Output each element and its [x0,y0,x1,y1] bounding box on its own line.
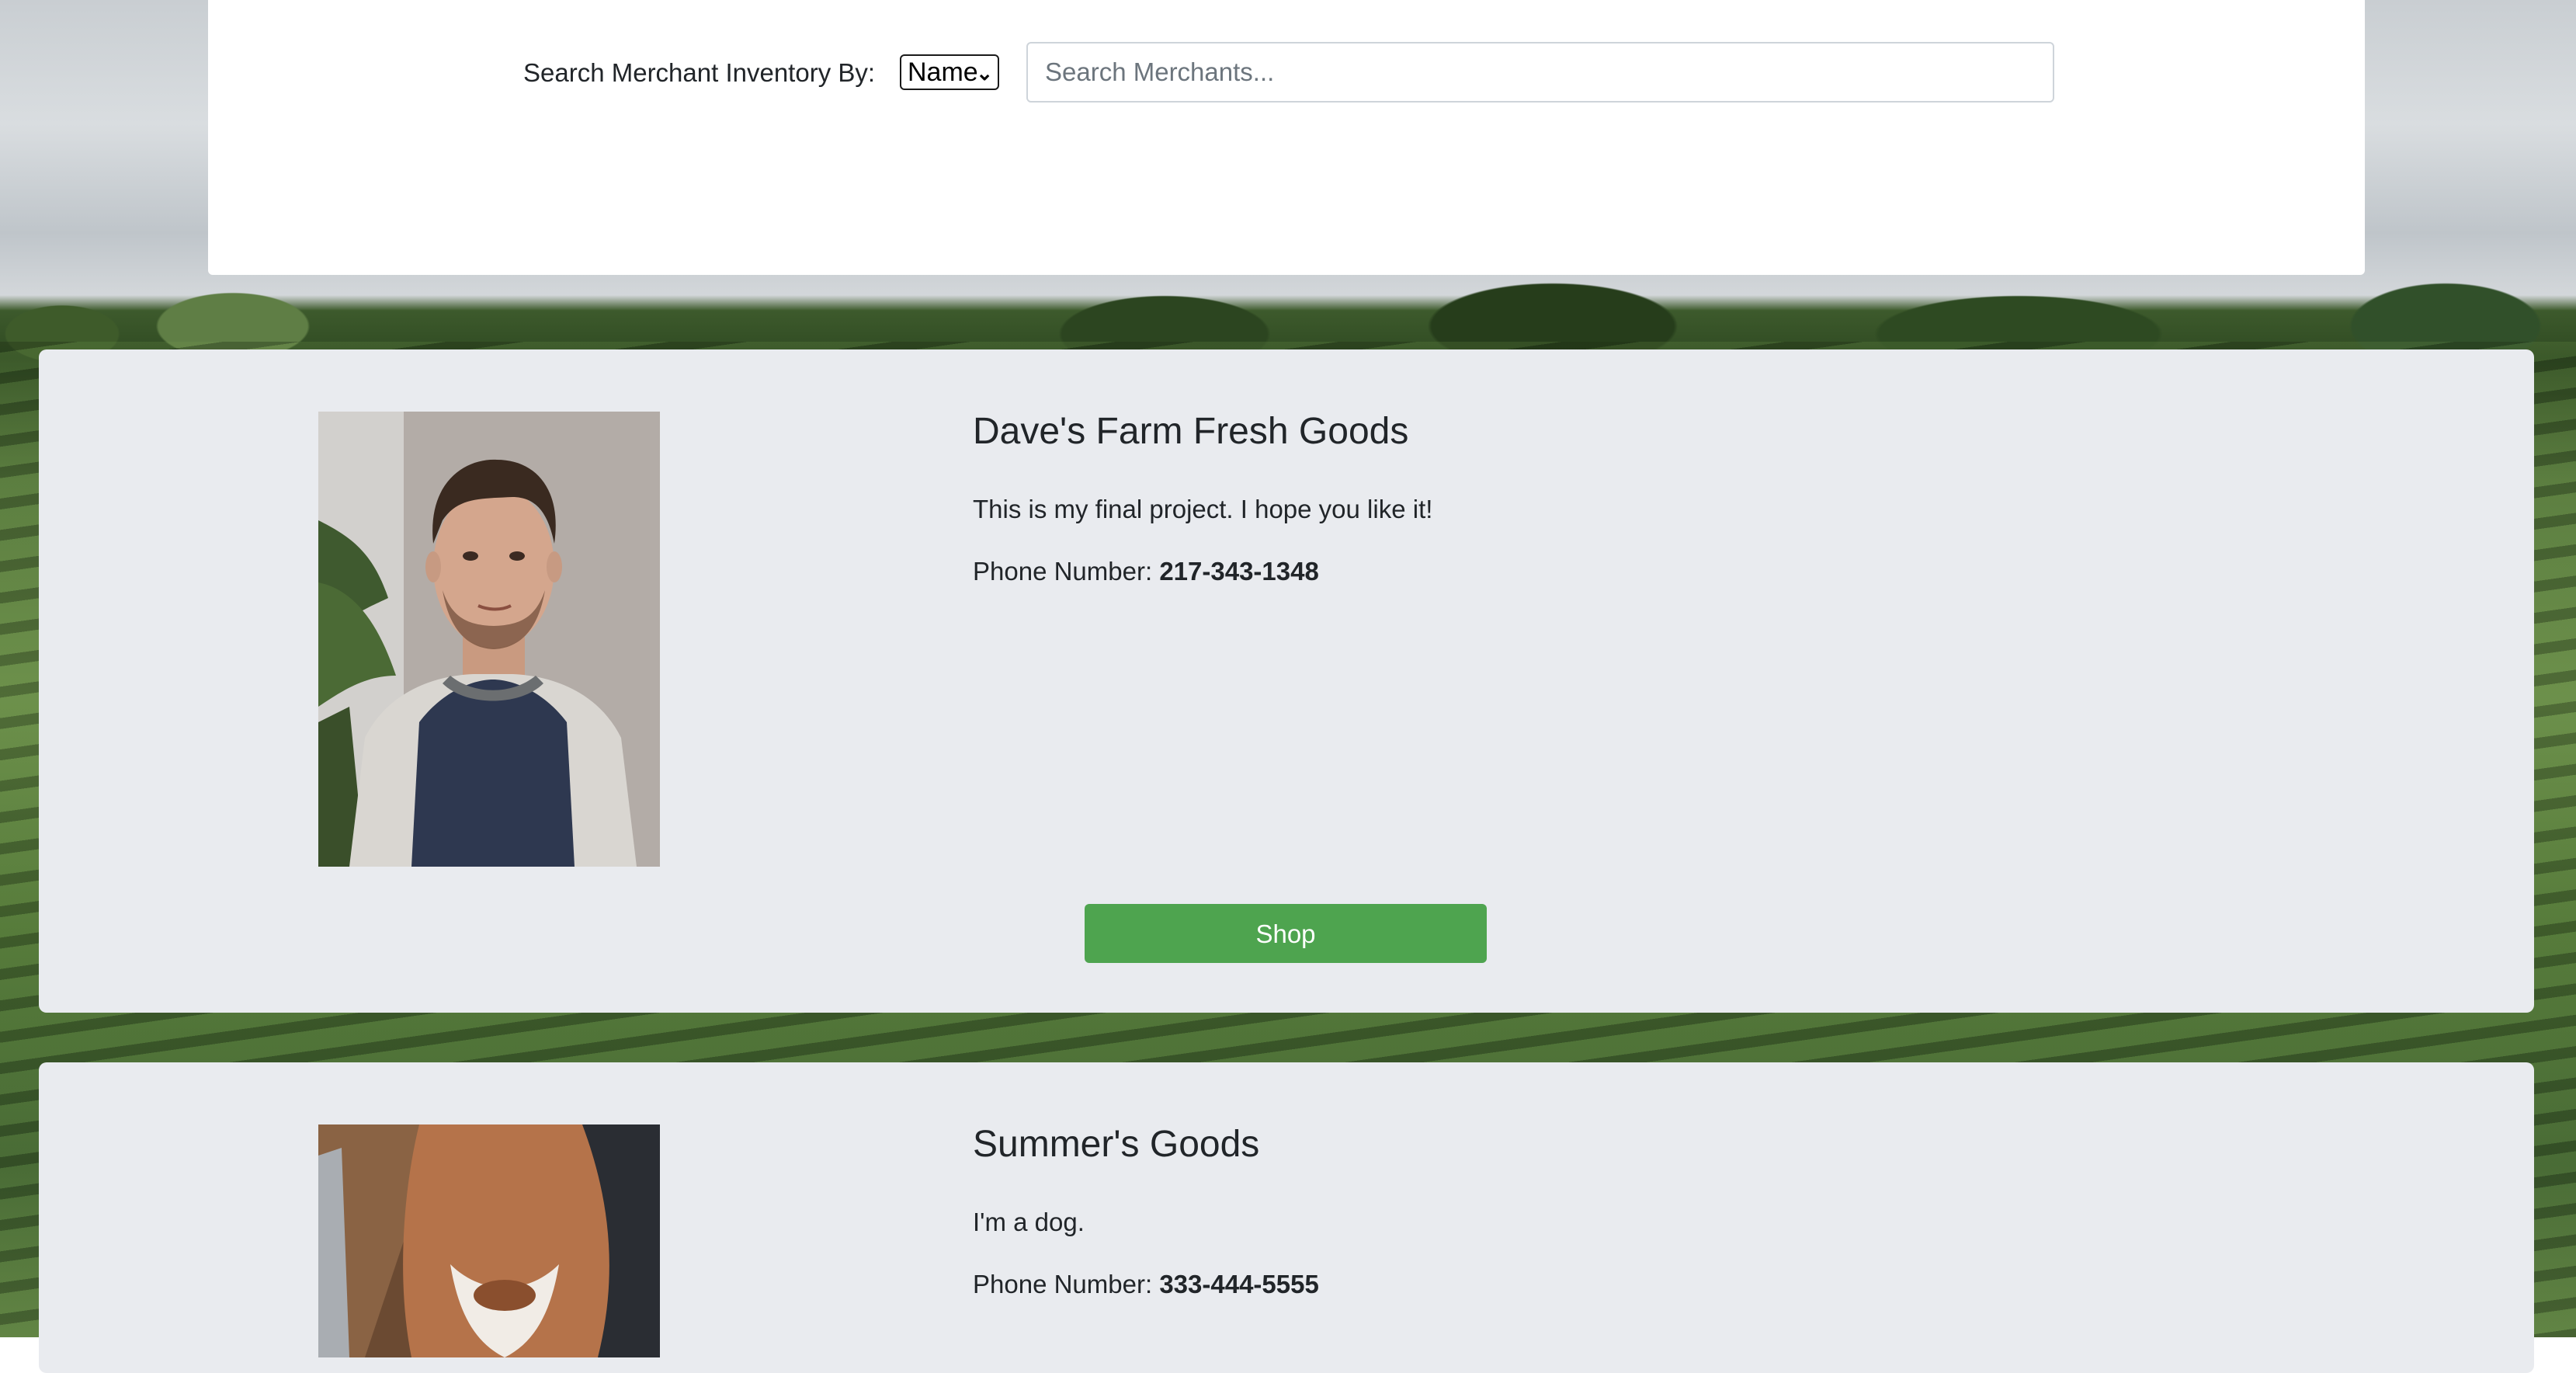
phone-label: Phone Number: [973,557,1153,586]
merchant-description: I'm a dog. [973,1208,1085,1236]
merchant-name: Summer's Goods [973,1124,1260,1165]
merchant-photo [318,1124,660,1357]
chevron-down-icon: ⌄ [976,61,993,85]
merchant-phone: Phone Number: 217-343-1348 [973,554,1319,589]
merchant-description: This is my final project. I hope you lik… [973,495,1433,523]
search-merchants-input[interactable] [1026,42,2054,103]
search-by-select[interactable]: Name ⌄ [900,54,999,90]
search-by-label: Search Merchant Inventory By: [523,58,876,87]
merchant-card: Dave's Farm Fresh Goods This is my final… [39,349,2534,1013]
phone-number: 333-444-5555 [1159,1270,1319,1298]
shop-button[interactable]: Shop [1085,904,1487,963]
search-by-selected-value: Name [908,57,978,87]
merchant-photo [318,412,660,867]
phone-number: 217-343-1348 [1159,557,1319,586]
phone-label: Phone Number: [973,1270,1153,1298]
merchant-dog-image [318,1124,660,1357]
search-panel: Search Merchant Inventory By: Name ⌄ [208,0,2365,275]
merchant-name: Dave's Farm Fresh Goods [973,411,1409,452]
merchant-card: Summer's Goods I'm a dog. Phone Number: … [39,1062,2534,1373]
merchant-phone: Phone Number: 333-444-5555 [973,1267,1319,1302]
merchant-portrait-image [318,412,660,867]
